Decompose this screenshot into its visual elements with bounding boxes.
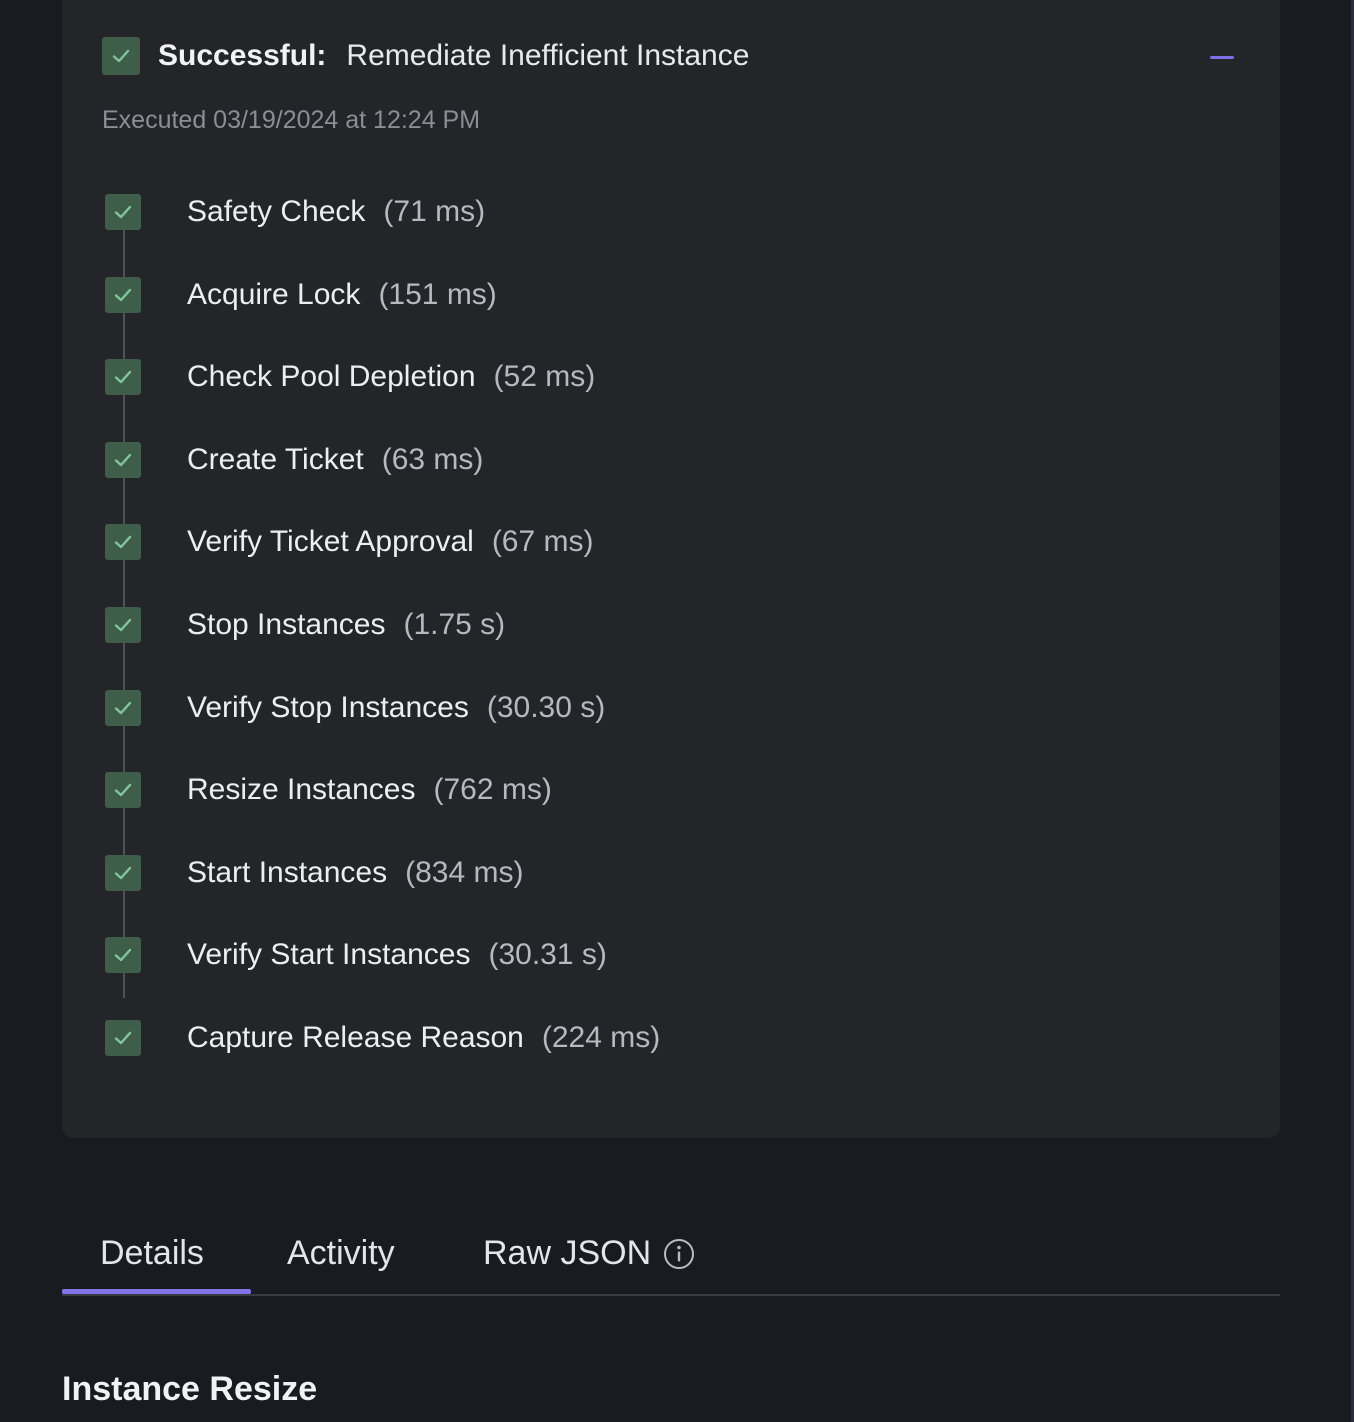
check-icon xyxy=(105,524,141,561)
check-icon xyxy=(105,1020,141,1056)
step-duration: (63 ms) xyxy=(381,442,484,476)
step-duration: (1.75 s) xyxy=(403,608,506,641)
execution-card: Successful: Remediate Inefficient Instan… xyxy=(62,0,1280,1138)
check-icon xyxy=(105,772,141,809)
step-duration: (834 ms) xyxy=(405,855,524,889)
step-name: Acquire Lock xyxy=(187,277,361,311)
step-item: Acquire Lock (151 ms) xyxy=(105,275,497,315)
step-item: Check Pool Depletion (52 ms) xyxy=(105,357,595,397)
check-icon xyxy=(105,689,141,726)
step-duration: (762 ms) xyxy=(433,773,552,807)
step-name: Verify Ticket Approval xyxy=(187,525,474,559)
step-item: Safety Check (71 ms) xyxy=(105,192,485,232)
info-icon[interactable] xyxy=(663,1238,695,1270)
active-tab-indicator xyxy=(62,1289,251,1294)
step-duration: (71 ms) xyxy=(383,195,486,228)
tab-bar: Details Activity Raw JSON xyxy=(62,1222,1280,1296)
step-item: Capture Release Reason (224 ms) xyxy=(105,1018,660,1058)
tab-divider xyxy=(62,1294,1280,1296)
collapse-button[interactable] xyxy=(1208,44,1236,72)
step-item: Verify Stop Instances (30.30 s) xyxy=(105,688,605,728)
step-item: Start Instances (834 ms) xyxy=(105,853,523,893)
check-icon xyxy=(105,441,141,478)
section-title: Instance Resize xyxy=(62,1370,318,1408)
check-icon xyxy=(105,854,141,891)
check-icon xyxy=(105,276,141,313)
step-name: Create Ticket xyxy=(187,442,364,476)
step-name: Verify Stop Instances xyxy=(187,690,469,724)
tab-raw-json[interactable]: Raw JSON xyxy=(483,1234,695,1273)
tab-activity[interactable]: Activity xyxy=(287,1234,395,1273)
step-item: Stop Instances (1.75 s) xyxy=(105,605,505,645)
check-icon xyxy=(105,359,141,396)
step-duration: (151 ms) xyxy=(378,277,497,311)
step-item: Create Ticket (63 ms) xyxy=(105,440,483,480)
step-name: Stop Instances xyxy=(187,608,386,641)
step-duration: (30.30 s) xyxy=(486,690,606,724)
step-duration: (52 ms) xyxy=(493,360,596,394)
tab-activity-label: Activity xyxy=(287,1234,395,1272)
step-list: Safety Check (71 ms) Acquire Lock (151 ms) C… xyxy=(105,0,1205,1088)
step-item: Verify Start Instances (30.31 s) xyxy=(105,935,607,975)
step-name: Check Pool Depletion xyxy=(187,360,476,394)
step-duration: (30.31 s) xyxy=(488,938,607,972)
step-name: Resize Instances xyxy=(187,773,416,807)
step-duration: (67 ms) xyxy=(491,525,594,559)
check-icon xyxy=(105,937,141,974)
step-item: Verify Ticket Approval (67 ms) xyxy=(105,522,594,562)
step-duration: (224 ms) xyxy=(541,1021,661,1054)
tab-raw-json-label: Raw JSON xyxy=(483,1234,652,1272)
check-icon xyxy=(105,607,141,643)
check-icon xyxy=(105,194,141,230)
step-name: Verify Start Instances xyxy=(187,938,471,972)
step-name: Start Instances xyxy=(187,855,388,889)
tab-details-label: Details xyxy=(100,1234,204,1272)
tab-details[interactable]: Details xyxy=(100,1234,204,1273)
step-name: Capture Release Reason xyxy=(187,1021,524,1054)
step-item: Resize Instances (762 ms) xyxy=(105,770,552,810)
step-name: Safety Check xyxy=(187,195,366,228)
